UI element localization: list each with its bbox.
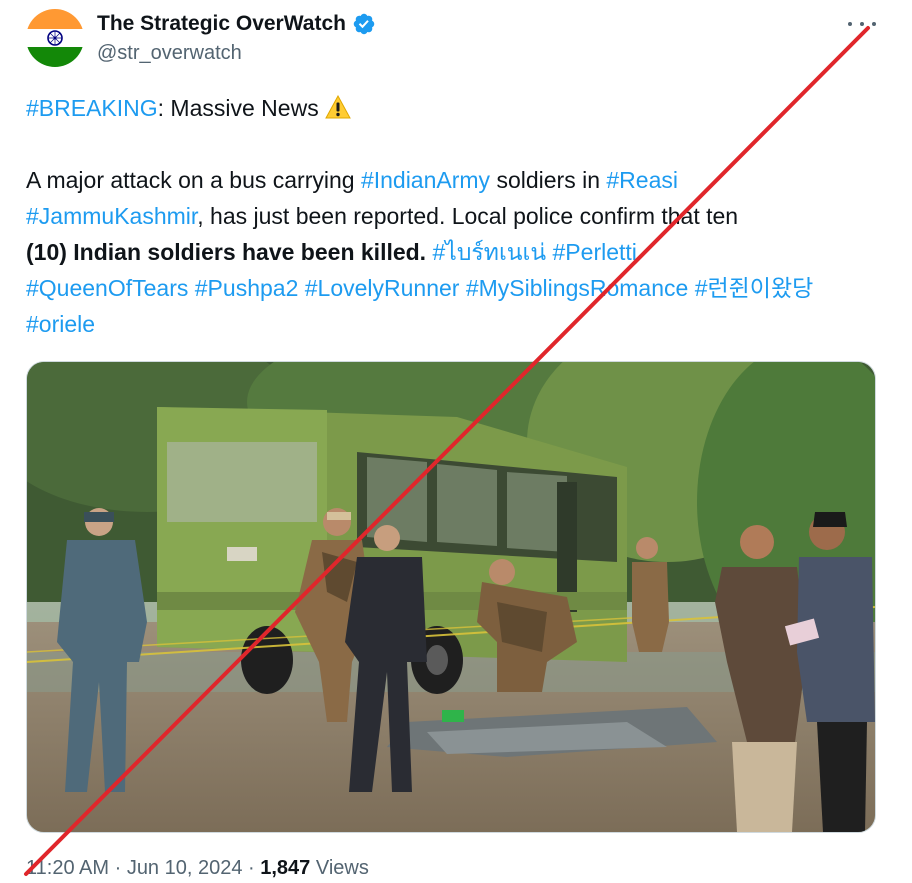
body-text-3: , has just been reported. Local police c…: [197, 203, 739, 229]
hashtag-breaking[interactable]: #BREAKING: [26, 95, 158, 121]
hashtag-perletti[interactable]: #Perletti: [553, 239, 637, 265]
meta-separator: ·: [109, 857, 127, 879]
hashtag-pushpa2[interactable]: #Pushpa2: [195, 275, 299, 301]
tweet-body: A major attack on a bus carrying #Indian…: [26, 162, 886, 342]
hashtag-oriele[interactable]: #oriele: [26, 311, 95, 337]
tweet-line-1: #BREAKING: Massive News: [26, 90, 886, 126]
headline-text: : Massive News: [157, 95, 319, 121]
views-count: 1,847: [260, 857, 311, 879]
tweet-text: #BREAKING: Massive News A major attack o…: [26, 90, 886, 342]
body-bold-text: (10) Indian soldiers have been killed.: [26, 239, 427, 265]
verified-badge-icon: [353, 13, 375, 35]
hashtag-lovelyrunner[interactable]: #LovelyRunner: [305, 275, 460, 301]
hashtag-korean[interactable]: #런쥔이왔당: [695, 275, 814, 301]
more-dots-icon[interactable]: [848, 14, 876, 34]
hashtag-indianarmy[interactable]: #IndianArmy: [361, 167, 490, 193]
hashtag-mysiblingsromance[interactable]: #MySiblingsRomance: [466, 275, 688, 301]
author-name-row: The Strategic OverWatch: [97, 12, 376, 36]
bus-attack-scene-image: [27, 362, 875, 832]
author-display-name[interactable]: The Strategic OverWatch: [97, 12, 346, 36]
body-text-1: A major attack on a bus carrying: [26, 167, 361, 193]
meta-separator: ·: [242, 857, 261, 879]
warning-icon: [325, 95, 351, 119]
hashtag-queenoftears[interactable]: #QueenOfTears: [26, 275, 188, 301]
avatar[interactable]: [26, 9, 84, 67]
author-handle[interactable]: @str_overwatch: [97, 42, 242, 65]
tweet-date[interactable]: Jun 10, 2024: [127, 857, 243, 879]
hashtag-jammukashmir[interactable]: #JammuKashmir: [26, 203, 197, 229]
body-text-2: soldiers in: [490, 167, 607, 193]
hashtag-thai[interactable]: #ไบร์ทเนเน่: [432, 239, 546, 265]
views-label: Views: [310, 857, 369, 879]
tweet-meta: 11:20 AM · Jun 10, 2024 · 1,847 Views: [26, 857, 369, 880]
tweet-time[interactable]: 11:20 AM: [26, 857, 109, 879]
hashtag-reasi[interactable]: #Reasi: [606, 167, 678, 193]
indian-flag-avatar: [26, 9, 84, 67]
tweet-photo[interactable]: [26, 361, 876, 833]
